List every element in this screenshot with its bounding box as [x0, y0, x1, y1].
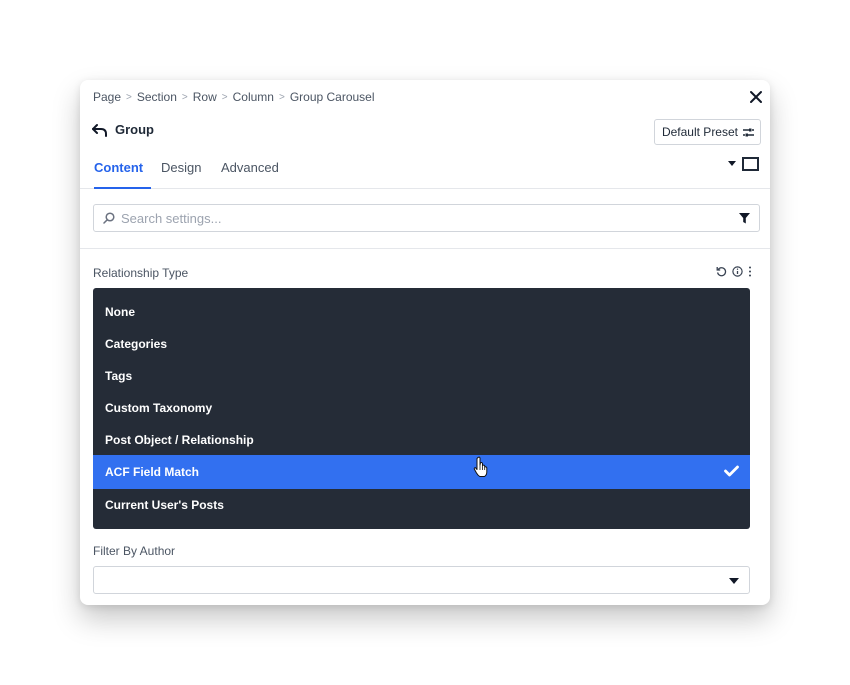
- default-preset-button[interactable]: Default Preset: [653, 119, 761, 145]
- breadcrumb-column[interactable]: Column: [233, 90, 274, 104]
- filter-by-author-label: Filter By Author: [93, 544, 176, 558]
- option-label: Tags: [105, 369, 133, 383]
- breadcrumb: Page > Section > Row > Column > Group Ca…: [93, 90, 375, 104]
- option-none[interactable]: None: [93, 296, 750, 328]
- tab-bar: Content Design Advanced: [80, 152, 770, 189]
- search-input[interactable]: [119, 209, 703, 227]
- settings-search: [93, 204, 760, 232]
- option-custom-taxonomy[interactable]: Custom Taxonomy: [93, 392, 750, 424]
- caret-down-icon[interactable]: [728, 161, 736, 167]
- option-tags[interactable]: Tags: [93, 360, 750, 392]
- filter-icon[interactable]: [739, 213, 750, 224]
- divider: [80, 248, 770, 249]
- more-vertical-icon[interactable]: [748, 266, 752, 277]
- back-arrow-icon[interactable]: [92, 123, 108, 137]
- option-categories[interactable]: Categories: [93, 328, 750, 360]
- chevron-right-icon: >: [181, 91, 188, 103]
- checkmark-icon: [724, 465, 739, 477]
- chevron-down-icon: [729, 578, 739, 584]
- option-label: Custom Taxonomy: [105, 401, 213, 415]
- option-label: None: [105, 305, 135, 319]
- option-label: Post Object / Relationship: [105, 433, 254, 447]
- tab-design[interactable]: Design: [161, 160, 201, 187]
- close-icon: [750, 91, 762, 103]
- tab-tools: [728, 157, 759, 171]
- option-current-users-posts[interactable]: Current User's Posts: [93, 489, 750, 521]
- breadcrumb-group-carousel[interactable]: Group Carousel: [290, 90, 375, 104]
- close-button[interactable]: [748, 89, 764, 105]
- square-icon[interactable]: [742, 157, 759, 171]
- chevron-right-icon: >: [221, 91, 228, 103]
- tab-advanced[interactable]: Advanced: [221, 160, 279, 187]
- reset-icon[interactable]: [716, 266, 727, 277]
- filter-by-author-select[interactable]: [93, 566, 750, 594]
- chevron-right-icon: >: [278, 91, 285, 103]
- breadcrumb-row[interactable]: Row: [193, 90, 217, 104]
- option-acf-field-match[interactable]: ACF Field Match: [93, 455, 750, 489]
- option-post-object-relationship[interactable]: Post Object / Relationship: [93, 424, 750, 456]
- tab-content[interactable]: Content: [94, 160, 151, 189]
- settings-panel: Page > Section > Row > Column > Group Ca…: [80, 80, 770, 605]
- chevron-right-icon: >: [126, 91, 132, 103]
- field-tools: [716, 266, 752, 277]
- preset-settings-icon: [743, 128, 754, 136]
- panel-title: Group: [115, 122, 154, 137]
- info-icon[interactable]: [732, 266, 743, 277]
- relationship-type-dropdown: None Categories Tags Custom Taxonomy Pos…: [93, 288, 750, 529]
- preset-label: Default Preset: [661, 125, 738, 139]
- option-label: Current User's Posts: [105, 498, 224, 512]
- option-label: ACF Field Match: [105, 465, 200, 479]
- breadcrumb-page[interactable]: Page: [93, 90, 121, 104]
- relationship-type-label: Relationship Type: [93, 266, 189, 280]
- breadcrumb-section[interactable]: Section: [137, 90, 177, 104]
- option-label: Categories: [105, 337, 168, 351]
- panel-titlebar: Group: [92, 122, 154, 137]
- search-icon: [103, 212, 115, 224]
